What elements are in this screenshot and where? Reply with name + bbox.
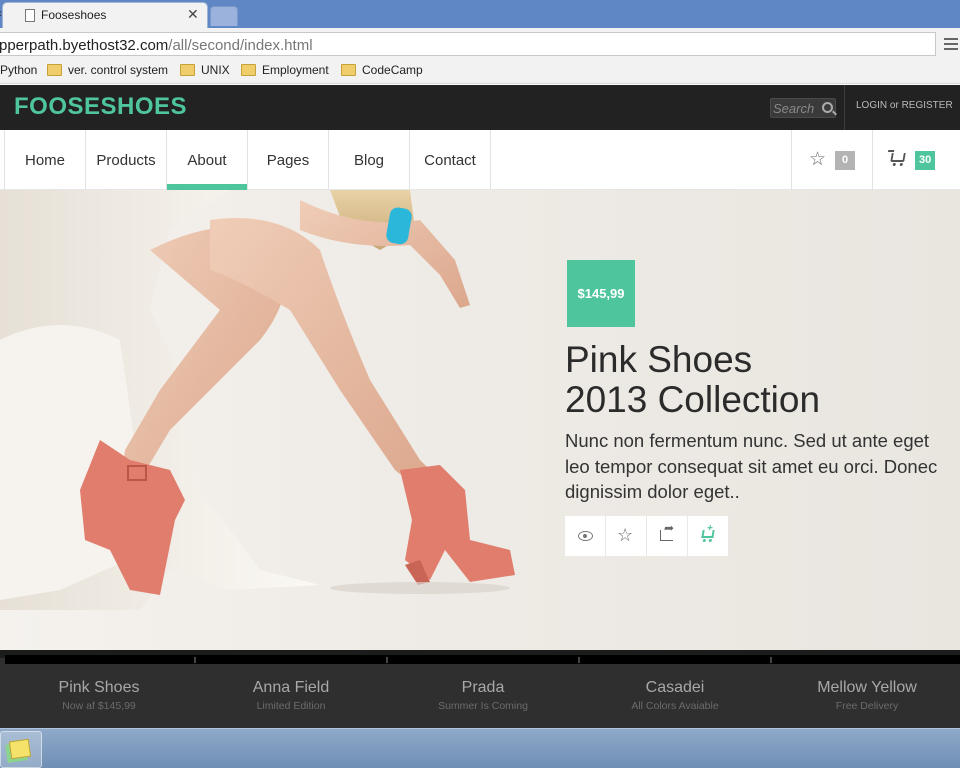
slider-divider bbox=[770, 657, 772, 663]
new-tab-button[interactable] bbox=[210, 6, 238, 26]
share-button[interactable] bbox=[647, 516, 688, 556]
slide-title: Prada bbox=[461, 679, 505, 696]
sticky-notes-icon bbox=[8, 738, 32, 760]
wishlist-button[interactable]: ☆ 0 bbox=[791, 130, 872, 190]
slider-thumbnails: Pink Shoes Now af $145,99 Anna Field Lim… bbox=[0, 650, 960, 728]
slider-divider bbox=[578, 657, 580, 663]
slide-title: Pink Shoes bbox=[58, 679, 140, 696]
site-header: FOOSESHOES Search LOGIN or REGISTER bbox=[0, 85, 960, 130]
url-text: pperpath.byethost32.com/all/second/index… bbox=[0, 37, 313, 54]
slider-progress-bar bbox=[5, 655, 960, 664]
tab-title: Fooseshoes bbox=[41, 8, 107, 22]
folder-icon bbox=[341, 64, 356, 76]
hero-title-line1: Pink Shoes bbox=[565, 339, 753, 380]
bookmark-python[interactable]: Python bbox=[0, 63, 37, 77]
address-bar: pperpath.byethost32.com/all/second/index… bbox=[0, 28, 960, 58]
url-field[interactable]: pperpath.byethost32.com/all/second/index… bbox=[0, 32, 936, 56]
login-register-link[interactable]: LOGIN or REGISTER bbox=[856, 100, 953, 111]
hero-title-line2: 2013 Collection bbox=[565, 379, 821, 420]
wishlist-count-badge: 0 bbox=[835, 151, 855, 170]
add-to-cart-button[interactable] bbox=[688, 516, 729, 556]
star-icon: ☆ bbox=[617, 525, 634, 545]
bookmark-codecamp[interactable]: CodeCamp bbox=[362, 63, 423, 77]
slide-subtitle: Free Delivery bbox=[835, 700, 899, 712]
taskbar-app-button[interactable] bbox=[0, 731, 42, 768]
browser-tab[interactable]: Fooseshoes ✕ bbox=[2, 2, 208, 28]
url-host: pperpath.byethost32.com bbox=[0, 37, 169, 54]
search-input[interactable]: Search bbox=[770, 98, 836, 118]
browser-tabstrip: ‹ Fooseshoes ✕ bbox=[0, 0, 960, 28]
nav-item-about[interactable]: About bbox=[167, 130, 248, 190]
nav-item-contact[interactable]: Contact bbox=[410, 130, 491, 190]
quick-view-button[interactable] bbox=[565, 516, 606, 556]
nav-item-blog[interactable]: Blog bbox=[329, 130, 410, 190]
share-icon bbox=[660, 521, 674, 541]
bookmark-employment[interactable]: Employment bbox=[262, 63, 329, 77]
page-icon bbox=[25, 9, 35, 22]
search-icon[interactable] bbox=[822, 102, 833, 113]
hero-description: Nunc non fermentum nunc. Sed ut ante ege… bbox=[565, 430, 938, 502]
hero-title: Pink Shoes 2013 Collection bbox=[565, 340, 820, 420]
nav-item-home[interactable]: Home bbox=[4, 130, 86, 190]
slide-subtitle: Now af $145,99 bbox=[62, 700, 136, 712]
cart-icon bbox=[890, 153, 906, 162]
hero-image bbox=[0, 190, 515, 610]
main-nav: Home Products About Pages Blog Contact ☆… bbox=[0, 130, 960, 190]
add-to-cart-icon bbox=[701, 530, 715, 538]
slide-tab[interactable]: Mellow Yellow Free Delivery bbox=[771, 679, 960, 712]
nav-item-pages[interactable]: Pages bbox=[248, 130, 329, 190]
site-logo[interactable]: FOOSESHOES bbox=[14, 93, 187, 121]
cart-button[interactable]: 30 bbox=[872, 130, 960, 190]
slide-tab[interactable]: Anna Field Limited Edition bbox=[195, 679, 387, 712]
hero-actions: ☆ bbox=[565, 516, 729, 556]
cart-count-badge: 30 bbox=[915, 151, 936, 170]
folder-icon bbox=[47, 64, 62, 76]
browser-menu-icon[interactable] bbox=[944, 38, 958, 40]
slide-tab[interactable]: Casadei All Colors Avaiable bbox=[579, 679, 771, 712]
slide-subtitle: Limited Edition bbox=[256, 700, 326, 712]
header-divider bbox=[844, 85, 845, 130]
search-placeholder: Search bbox=[773, 101, 815, 116]
slide-title: Casadei bbox=[645, 679, 705, 696]
slide-subtitle: All Colors Avaiable bbox=[631, 700, 719, 712]
slide-tab[interactable]: Pink Shoes Now af $145,99 bbox=[3, 679, 195, 712]
slider-divider bbox=[386, 657, 388, 663]
add-to-wishlist-button[interactable]: ☆ bbox=[606, 516, 647, 556]
bookmark-vcs[interactable]: ver. control system bbox=[68, 63, 168, 77]
price-tag: $145,99 bbox=[567, 260, 635, 327]
eye-icon bbox=[578, 531, 593, 541]
slide-title: Mellow Yellow bbox=[817, 679, 917, 696]
slide-subtitle: Summer Is Coming bbox=[438, 700, 528, 712]
star-icon: ☆ bbox=[809, 149, 827, 170]
slide-tab[interactable]: Prada Summer Is Coming bbox=[387, 679, 579, 712]
nav-item-products[interactable]: Products bbox=[86, 130, 167, 190]
close-tab-icon[interactable]: ✕ bbox=[187, 6, 199, 23]
bookmarks-bar: Python ver. control system UNIX Employme… bbox=[0, 58, 960, 84]
slide-title: Anna Field bbox=[252, 679, 330, 696]
folder-icon bbox=[180, 64, 195, 76]
hero-slider: $145,99 Pink Shoes 2013 Collection Nunc … bbox=[0, 190, 960, 650]
bookmark-unix[interactable]: UNIX bbox=[201, 63, 230, 77]
slider-divider bbox=[194, 657, 196, 663]
url-path: /all/second/index.html bbox=[168, 37, 313, 54]
os-taskbar bbox=[0, 728, 960, 768]
folder-icon bbox=[241, 64, 256, 76]
